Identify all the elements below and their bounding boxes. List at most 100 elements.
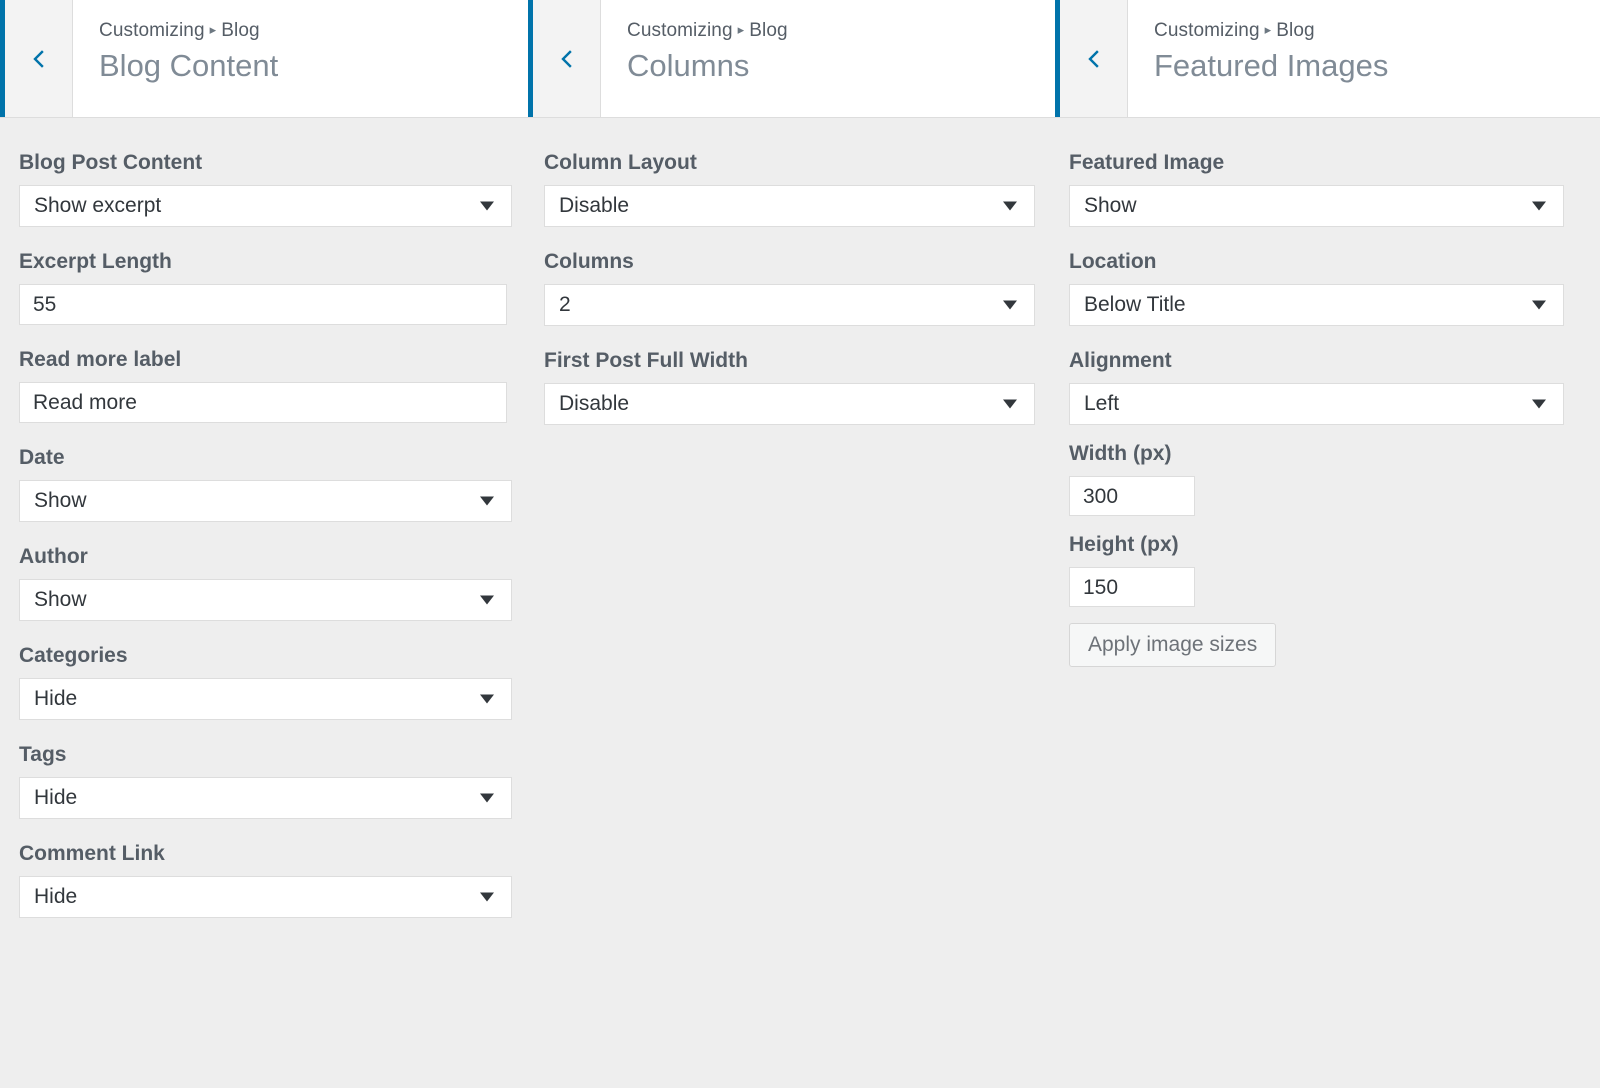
blog-post-content-select[interactable]: Show excerpt (19, 185, 512, 227)
select-wrapper: Show excerpt (19, 185, 512, 227)
customizer-panel-columns: Customizing▸Blog Columns Column Layout D… (528, 0, 1055, 1088)
panel-body: Blog Post Content Show excerpt Excerpt L… (0, 118, 528, 918)
tags-select[interactable]: Hide (19, 777, 512, 819)
author-select[interactable]: Show (19, 579, 512, 621)
select-value: Hide (34, 687, 77, 711)
back-button[interactable] (533, 0, 601, 117)
select-wrapper: Left (1069, 383, 1584, 425)
button-label: Apply image sizes (1088, 633, 1257, 657)
select-wrapper: Disable (544, 185, 1039, 227)
control-excerpt-length: Excerpt Length 55 (19, 249, 512, 325)
control-columns: Columns 2 (544, 249, 1039, 326)
chevron-down-icon (1003, 202, 1017, 211)
chevron-down-icon (480, 596, 494, 605)
control-label: Read more label (19, 347, 512, 373)
chevron-left-icon (1084, 49, 1104, 69)
control-read-more-label: Read more label Read more (19, 347, 512, 423)
featured-image-select[interactable]: Show (1069, 185, 1564, 227)
chevron-down-icon (480, 893, 494, 902)
panel-body: Column Layout Disable Columns 2 (528, 118, 1055, 425)
control-categories: Categories Hide (19, 643, 512, 720)
breadcrumb-separator-icon: ▸ (205, 22, 222, 37)
panel-body: Featured Image Show Location Below Title (1055, 118, 1600, 667)
control-author: Author Show (19, 544, 512, 621)
control-column-layout: Column Layout Disable (544, 150, 1039, 227)
breadcrumb-root: Customizing (1154, 20, 1260, 41)
control-blog-post-content: Blog Post Content Show excerpt (19, 150, 512, 227)
select-wrapper: Hide (19, 876, 512, 918)
chevron-down-icon (1532, 202, 1546, 211)
select-value: Hide (34, 786, 77, 810)
panel-header: Customizing▸Blog Featured Images (1055, 0, 1600, 118)
select-wrapper: Hide (19, 777, 512, 819)
chevron-down-icon (480, 497, 494, 506)
select-wrapper: 2 (544, 284, 1039, 326)
panel-header-text: Customizing▸Blog Columns (601, 0, 1055, 117)
first-post-full-width-select[interactable]: Disable (544, 383, 1035, 425)
location-select[interactable]: Below Title (1069, 284, 1564, 326)
back-button[interactable] (1060, 0, 1128, 117)
height-input[interactable]: 150 (1069, 567, 1195, 607)
control-location: Location Below Title (1069, 249, 1584, 326)
chevron-left-icon (557, 49, 577, 69)
breadcrumb-separator-icon: ▸ (1260, 22, 1277, 37)
categories-select[interactable]: Hide (19, 678, 512, 720)
panel-header-text: Customizing▸Blog Blog Content (73, 0, 528, 117)
panel-header: Customizing▸Blog Columns (528, 0, 1055, 118)
select-value: Below Title (1084, 293, 1186, 317)
back-button[interactable] (5, 0, 73, 117)
select-value: Show (34, 588, 87, 612)
chevron-down-icon (480, 695, 494, 704)
control-width-px: Width (px) 300 (1069, 441, 1584, 516)
breadcrumb: Customizing▸Blog (627, 18, 1055, 43)
excerpt-length-input[interactable]: 55 (19, 284, 507, 325)
control-label: Categories (19, 643, 512, 669)
control-label: Location (1069, 249, 1584, 275)
select-value: Show excerpt (34, 194, 161, 218)
comment-link-select[interactable]: Hide (19, 876, 512, 918)
width-input[interactable]: 300 (1069, 476, 1195, 516)
control-label: Date (19, 445, 512, 471)
control-label: Alignment (1069, 348, 1584, 374)
input-value: 55 (33, 285, 56, 324)
chevron-down-icon (480, 794, 494, 803)
control-featured-image: Featured Image Show (1069, 150, 1584, 227)
page-title: Blog Content (99, 45, 528, 87)
apply-image-sizes-button[interactable]: Apply image sizes (1069, 623, 1276, 667)
page-title: Columns (627, 45, 1055, 87)
control-alignment: Alignment Left (1069, 348, 1584, 425)
control-date: Date Show (19, 445, 512, 522)
input-value: 150 (1083, 568, 1118, 607)
control-label: Column Layout (544, 150, 1039, 176)
select-value: Left (1084, 392, 1119, 416)
control-label: Author (19, 544, 512, 570)
select-value: Show (1084, 194, 1137, 218)
breadcrumb: Customizing▸Blog (99, 18, 528, 43)
page-title: Featured Images (1154, 45, 1600, 87)
read-more-label-input[interactable]: Read more (19, 382, 507, 423)
panel-header: Customizing▸Blog Blog Content (0, 0, 528, 118)
chevron-down-icon (1003, 301, 1017, 310)
select-wrapper: Hide (19, 678, 512, 720)
customizer-panels-container: Customizing▸Blog Blog Content Blog Post … (0, 0, 1600, 1088)
select-wrapper: Show (19, 480, 512, 522)
chevron-down-icon (1532, 301, 1546, 310)
control-label: Tags (19, 742, 512, 768)
chevron-down-icon (1532, 400, 1546, 409)
select-value: Disable (559, 194, 629, 218)
select-value: Hide (34, 885, 77, 909)
control-label: First Post Full Width (544, 348, 1039, 374)
breadcrumb-section: Blog (749, 20, 787, 41)
columns-select[interactable]: 2 (544, 284, 1035, 326)
breadcrumb-section: Blog (221, 20, 259, 41)
select-wrapper: Show (1069, 185, 1584, 227)
column-layout-select[interactable]: Disable (544, 185, 1035, 227)
control-label: Excerpt Length (19, 249, 512, 275)
select-value: 2 (559, 293, 571, 317)
control-label: Columns (544, 249, 1039, 275)
alignment-select[interactable]: Left (1069, 383, 1564, 425)
control-apply-image-sizes: Apply image sizes (1069, 623, 1584, 667)
date-select[interactable]: Show (19, 480, 512, 522)
select-wrapper: Below Title (1069, 284, 1584, 326)
input-value: 300 (1083, 477, 1118, 516)
